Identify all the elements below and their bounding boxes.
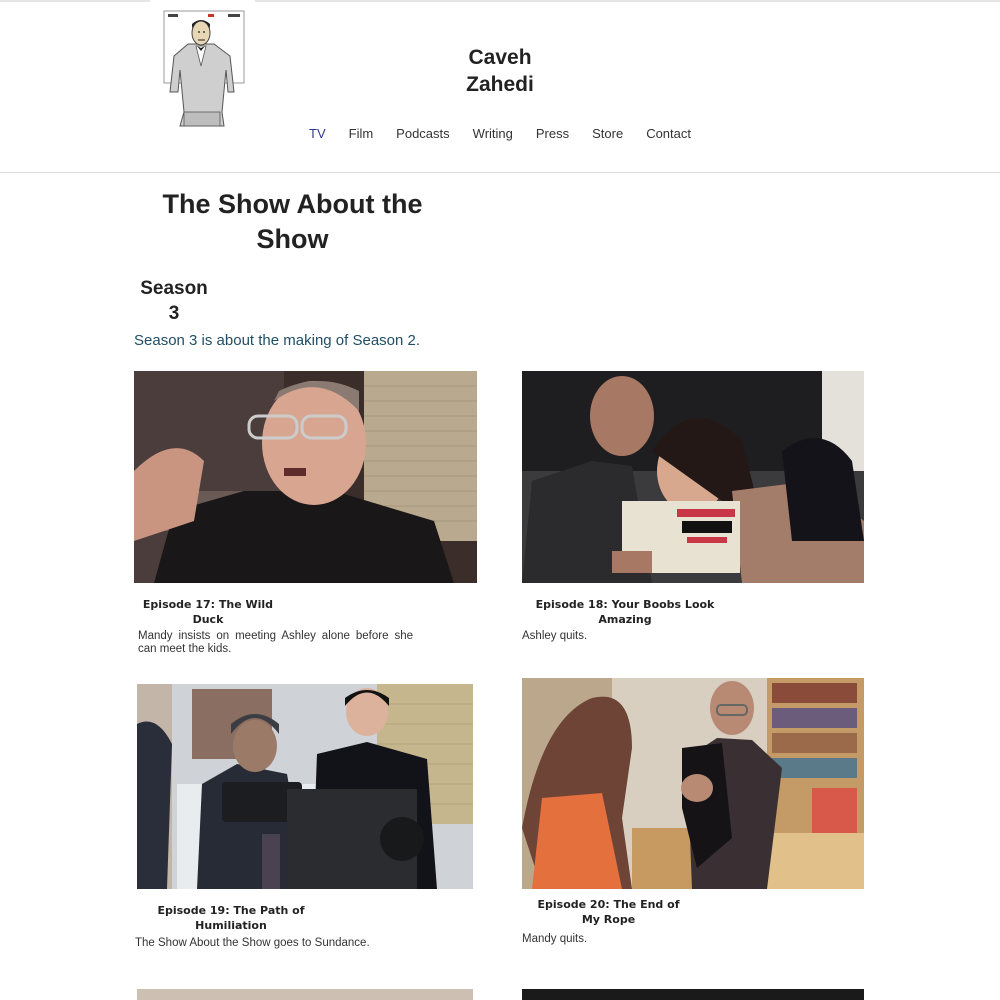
- site-title[interactable]: Caveh Zahedi: [440, 44, 560, 98]
- episode-21-image[interactable]: [137, 989, 473, 1000]
- episode-19-title[interactable]: Episode 19: The Path of Humiliation: [150, 903, 312, 933]
- episode-20-title[interactable]: Episode 20: The End of My Rope: [530, 897, 687, 927]
- nav-item-contact[interactable]: Contact: [646, 126, 691, 146]
- nav-item-film[interactable]: Film: [349, 126, 374, 146]
- season-description: Season 3 is about the making of Season 2…: [134, 332, 421, 349]
- episode-18-image[interactable]: [522, 371, 864, 583]
- episode-18-title[interactable]: Episode 18: Your Boobs Look Amazing: [530, 597, 720, 627]
- episode-20-image[interactable]: [522, 678, 864, 889]
- nav-item-writing[interactable]: Writing: [473, 126, 513, 146]
- episode-17-title[interactable]: Episode 17: The Wild Duck: [134, 597, 282, 627]
- page-title: The Show About the Show: [162, 189, 423, 254]
- episode-17-image[interactable]: [134, 371, 477, 583]
- episode-20-description: Mandy quits.: [522, 933, 588, 945]
- nav-item-press[interactable]: Press: [536, 126, 569, 146]
- episode-19-description: The Show About the Show goes to Sundance…: [135, 937, 370, 949]
- season-heading: Season 3: [140, 278, 208, 324]
- episode-19-image[interactable]: [137, 684, 473, 889]
- episode-18-description: Ashley quits.: [522, 630, 588, 642]
- main-nav: TV Film Podcasts Writing Press Store Con…: [300, 126, 700, 146]
- episode-22-image[interactable]: [522, 989, 864, 1000]
- caricature-logo-icon: [163, 10, 245, 127]
- site-logo[interactable]: [150, 0, 255, 132]
- nav-item-podcasts[interactable]: Podcasts: [396, 126, 449, 146]
- episode-17-description: Mandy insists on meeting Ashley alone be…: [138, 630, 413, 655]
- site-header: Caveh Zahedi TV Film Podcasts Writing Pr…: [0, 0, 1000, 173]
- nav-item-store[interactable]: Store: [592, 126, 623, 146]
- nav-item-tv[interactable]: TV: [309, 126, 326, 146]
